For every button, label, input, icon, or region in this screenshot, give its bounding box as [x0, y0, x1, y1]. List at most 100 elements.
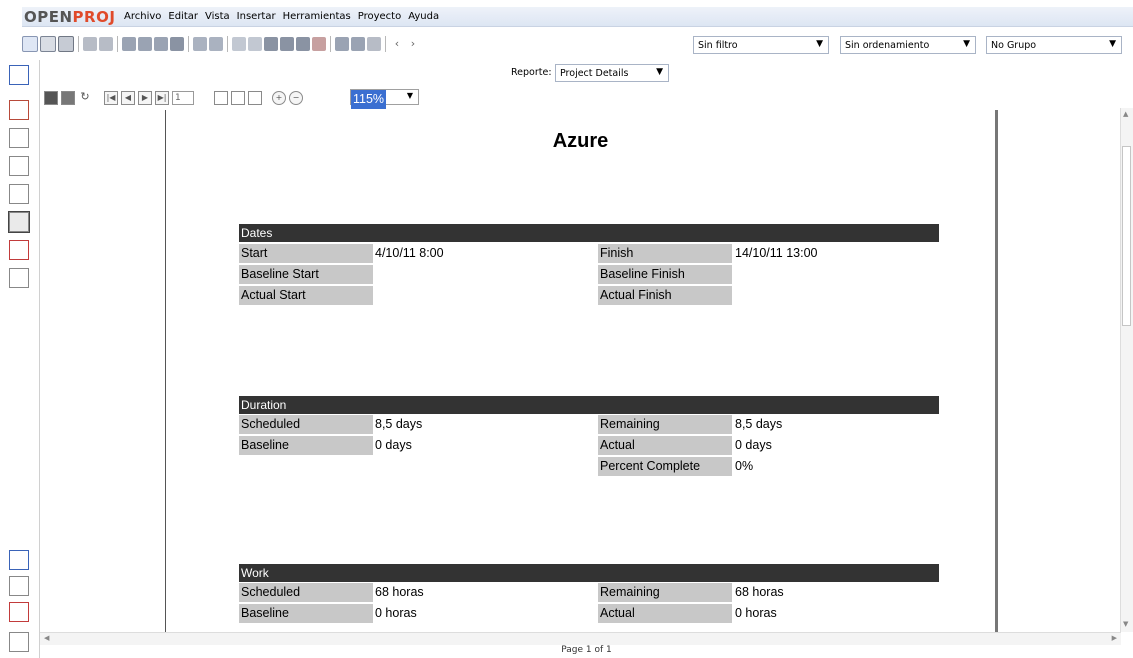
vertical-scroll-thumb[interactable]	[1122, 146, 1131, 326]
horizontal-scrollbar[interactable]: ◀ ▶	[40, 632, 1121, 645]
filter-icon[interactable]	[367, 37, 381, 51]
baseline-duration-label: Baseline	[239, 436, 373, 455]
zoom-value: 115%	[351, 90, 387, 109]
scroll-right-icon[interactable]: ▶	[1112, 634, 1117, 642]
chevron-down-icon: ▼	[406, 91, 413, 100]
unlink-icon[interactable]	[248, 37, 262, 51]
sort-select[interactable]: Sin ordenamiento ▼	[840, 36, 976, 54]
rbs-view-icon[interactable]	[9, 184, 29, 204]
actual-finish-label: Actual Finish	[598, 286, 732, 305]
save-icon[interactable]	[58, 36, 74, 52]
zoom-out-icon[interactable]: −	[289, 91, 303, 105]
refresh-icon[interactable]: ↻	[78, 91, 92, 105]
paste-icon[interactable]	[154, 37, 168, 51]
copy-icon[interactable]	[138, 37, 152, 51]
first-page-icon[interactable]: |◀	[104, 91, 118, 105]
menu-editar[interactable]: Editar	[168, 11, 198, 22]
remaining-duration-value: 8,5 days	[735, 417, 783, 431]
app-logo: OPENPROJ	[24, 8, 115, 26]
open-icon[interactable]	[40, 36, 56, 52]
next-page-icon[interactable]: ▶	[138, 91, 152, 105]
filter-select[interactable]: Sin filtro ▼	[693, 36, 829, 54]
baseline-work-value: 0 horas	[375, 606, 417, 620]
menu-items: Archivo Editar Vista Insertar Herramient…	[124, 11, 439, 22]
last-page-icon[interactable]: ▶|	[155, 91, 169, 105]
report-select[interactable]: Project Details ▼	[555, 64, 669, 82]
scroll-down-icon[interactable]: ▼	[1123, 620, 1128, 628]
scroll-left-icon[interactable]: ◀	[44, 634, 49, 642]
gantt-view-icon[interactable]	[9, 65, 29, 85]
main-toolbar: ‹ ›	[22, 32, 420, 56]
notes-icon[interactable]	[280, 37, 294, 51]
scroll-left-icon[interactable]: ‹	[390, 37, 404, 51]
task-info-icon[interactable]	[264, 37, 278, 51]
menu-archivo[interactable]: Archivo	[124, 11, 161, 22]
chevron-down-icon: ▼	[963, 39, 970, 49]
print-report-icon[interactable]	[61, 91, 75, 105]
zoom-in-icon[interactable]: +	[272, 91, 286, 105]
cut-icon[interactable]	[122, 37, 136, 51]
finish-value: 14/10/11 13:00	[735, 246, 818, 260]
resource-icon[interactable]	[296, 37, 310, 51]
baseline-finish-label: Baseline Finish	[598, 265, 732, 284]
menu-insertar[interactable]: Insertar	[237, 11, 276, 22]
dates-section-header: Dates	[239, 224, 939, 242]
scheduled-duration-label: Scheduled	[239, 415, 373, 434]
resource-usage-view-icon[interactable]	[9, 268, 29, 288]
actual-size-icon[interactable]	[214, 91, 228, 105]
fit-width-icon[interactable]	[248, 91, 262, 105]
zoom-out-icon[interactable]	[351, 37, 365, 51]
find-icon[interactable]	[170, 37, 184, 51]
resource-usage-detail-icon[interactable]	[9, 632, 29, 652]
logo-proj: PROJ	[72, 8, 116, 26]
network-view-icon[interactable]	[9, 100, 29, 120]
new-project-icon[interactable]	[22, 36, 38, 52]
menu-ayuda[interactable]: Ayuda	[408, 11, 439, 22]
zoom-select[interactable]: 115% ▼	[350, 89, 419, 109]
baseline-work-label: Baseline	[239, 604, 373, 623]
calendar-icon[interactable]	[312, 37, 326, 51]
report-view-icon[interactable]	[8, 211, 30, 233]
vertical-scrollbar[interactable]: ▲ ▼	[1120, 108, 1133, 632]
task-usage-view-icon[interactable]	[9, 240, 29, 260]
chevron-down-icon: ▼	[1109, 39, 1116, 49]
report-label: Reporte:	[511, 67, 552, 78]
task-usage-detail-icon[interactable]	[9, 602, 29, 622]
remaining-work-label: Remaining	[598, 583, 732, 602]
print-icon[interactable]	[83, 37, 97, 51]
undo-icon[interactable]	[193, 37, 207, 51]
toolbar-separator	[117, 36, 118, 52]
remaining-work-value: 68 horas	[735, 585, 784, 599]
link-icon[interactable]	[232, 37, 246, 51]
start-value: 4/10/11 8:00	[375, 246, 444, 260]
report-value: Project Details	[560, 68, 629, 79]
toolbar-separator	[78, 36, 79, 52]
menu-bar: OPENPROJ Archivo Editar Vista Insertar H…	[0, 0, 1133, 29]
save-report-icon[interactable]	[44, 91, 58, 105]
work-section-header: Work	[239, 564, 939, 582]
scroll-up-icon[interactable]: ▲	[1123, 110, 1128, 118]
group-select[interactable]: No Grupo ▼	[986, 36, 1122, 54]
menu-vista[interactable]: Vista	[205, 11, 230, 22]
page-status: Page 1 of 1	[561, 645, 612, 655]
scroll-right-icon[interactable]: ›	[406, 37, 420, 51]
redo-icon[interactable]	[209, 37, 223, 51]
resources-view-icon[interactable]	[9, 128, 29, 148]
page-number-input[interactable]: 1	[172, 91, 194, 105]
previous-page-icon[interactable]: ◀	[121, 91, 135, 105]
histogram-view-icon[interactable]	[9, 550, 29, 570]
remaining-duration-label: Remaining	[598, 415, 732, 434]
menu-herramientas[interactable]: Herramientas	[283, 11, 351, 22]
actual-work-value: 0 horas	[735, 606, 777, 620]
scheduled-work-label: Scheduled	[239, 583, 373, 602]
charts-view-icon[interactable]	[9, 576, 29, 596]
print-preview-icon[interactable]	[99, 37, 113, 51]
wbs-view-icon[interactable]	[9, 156, 29, 176]
scheduled-duration-value: 8,5 days	[375, 417, 423, 431]
zoom-in-icon[interactable]	[335, 37, 349, 51]
baseline-start-label: Baseline Start	[239, 265, 373, 284]
menu-proyecto[interactable]: Proyecto	[358, 11, 401, 22]
toolbar-separator	[227, 36, 228, 52]
fit-page-icon[interactable]	[231, 91, 245, 105]
toolbar-separator	[385, 36, 386, 52]
